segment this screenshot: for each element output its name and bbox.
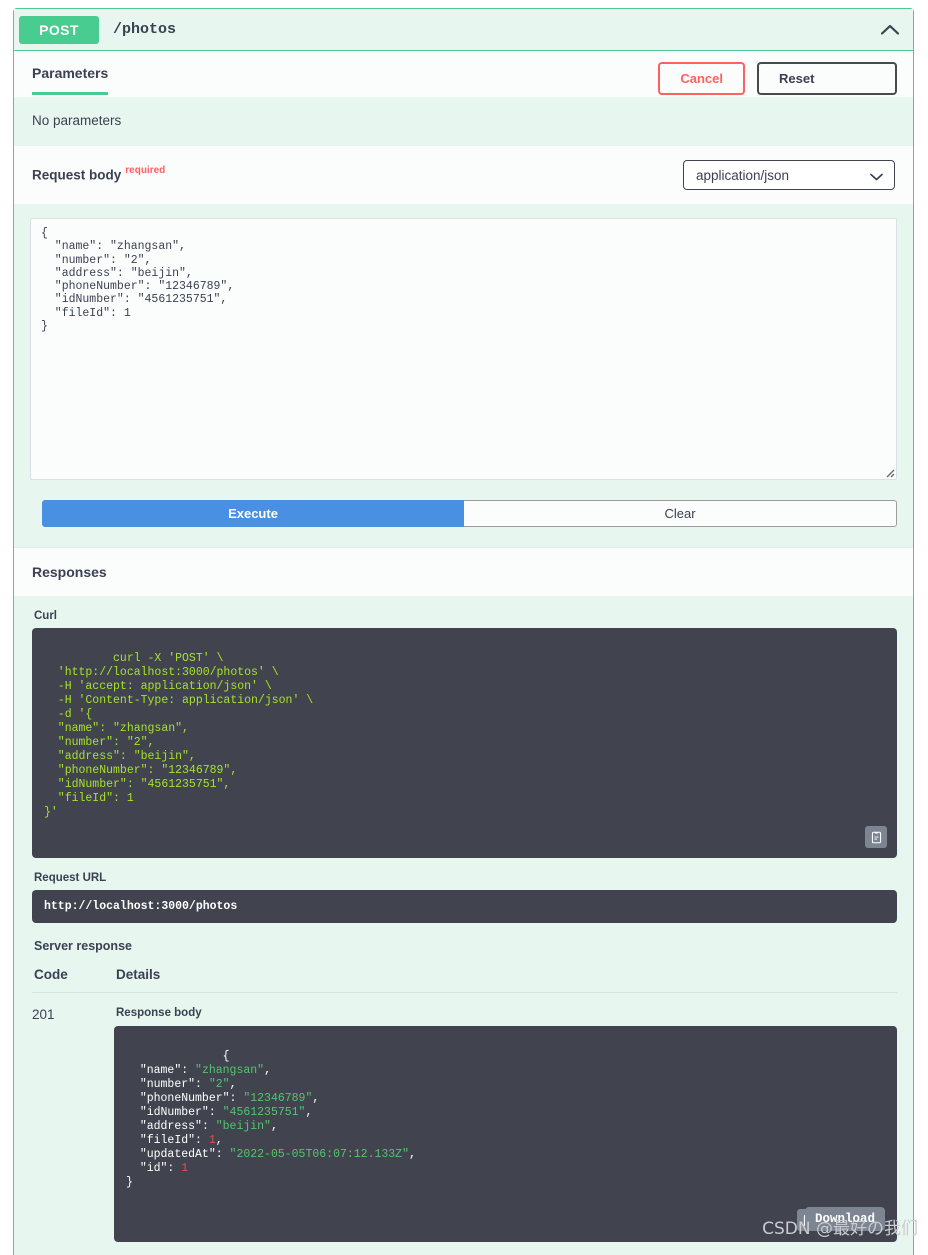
column-header-code: Code: [34, 967, 68, 982]
response-details: Response body { "name": "zhangsan", "num…: [114, 1007, 897, 1255]
no-parameters-text: No parameters: [32, 113, 122, 128]
response-body-block: { "name": "zhangsan", "number": "2", "ph…: [114, 1026, 897, 1242]
no-parameters-band: No parameters: [14, 97, 913, 146]
request-body-editor-area: { "name": "zhangsan", "number": "2", "ad…: [14, 204, 913, 547]
request-body-editor[interactable]: { "name": "zhangsan", "number": "2", "ad…: [30, 218, 897, 480]
clear-button[interactable]: Clear: [464, 500, 897, 527]
operation-summary-bar[interactable]: POST /photos: [14, 9, 913, 51]
swagger-try-it-out-page: POST /photos Parameters Cancel Reset No …: [0, 0, 928, 1255]
cancel-button[interactable]: Cancel: [658, 61, 745, 95]
curl-command-text: curl -X 'POST' \ 'http://localhost:3000/…: [44, 652, 314, 819]
download-button[interactable]: Download: [804, 1207, 885, 1231]
required-badge: required: [125, 165, 166, 177]
http-method-badge: POST: [19, 15, 99, 44]
curl-code-block: curl -X 'POST' \ 'http://localhost:3000/…: [32, 628, 897, 858]
execute-clear-row: Execute Clear: [14, 478, 913, 547]
response-table-header: Code Details: [32, 953, 897, 993]
responses-section: Curl curl -X 'POST' \ 'http://localhost:…: [14, 596, 913, 1255]
operation-path: /photos: [113, 21, 177, 38]
request-body-label: Request body: [32, 167, 122, 183]
reset-button[interactable]: Reset: [757, 61, 897, 95]
operation-block-post-photos: POST /photos Parameters Cancel Reset No …: [13, 8, 914, 1255]
chevron-up-icon[interactable]: [877, 17, 903, 43]
column-header-details: Details: [116, 967, 161, 982]
parameters-action-buttons: Cancel Reset: [658, 61, 897, 95]
media-type-select[interactable]: application/json: [683, 160, 895, 190]
response-body-text: { "name": "zhangsan", "number": "2", "ph…: [126, 1050, 416, 1189]
copy-clipboard-icon[interactable]: [865, 826, 887, 848]
server-response-label: Server response: [34, 939, 132, 953]
request-url-block: http://localhost:3000/photos: [32, 890, 897, 923]
resize-grip-icon[interactable]: [883, 465, 895, 478]
request-body-header-row: Request body required application/json: [14, 146, 913, 204]
responses-heading: Responses: [14, 547, 913, 596]
chevron-down-icon: [870, 170, 883, 185]
execute-button[interactable]: Execute: [42, 500, 464, 527]
request-url-label: Request URL: [34, 872, 107, 884]
curl-label: Curl: [34, 610, 57, 622]
request-body-label-group: Request body required: [32, 165, 165, 184]
response-body-label: Response body: [116, 1007, 202, 1019]
response-row: 201 Response body { "name": "zhangsan", …: [32, 993, 897, 1255]
tab-parameters[interactable]: Parameters: [32, 65, 109, 95]
parameters-header-row: Parameters Cancel Reset: [14, 51, 913, 97]
parameters-section: Parameters Cancel Reset: [14, 51, 913, 97]
response-status-code: 201: [32, 1007, 55, 1022]
media-type-value: application/json: [696, 167, 790, 183]
